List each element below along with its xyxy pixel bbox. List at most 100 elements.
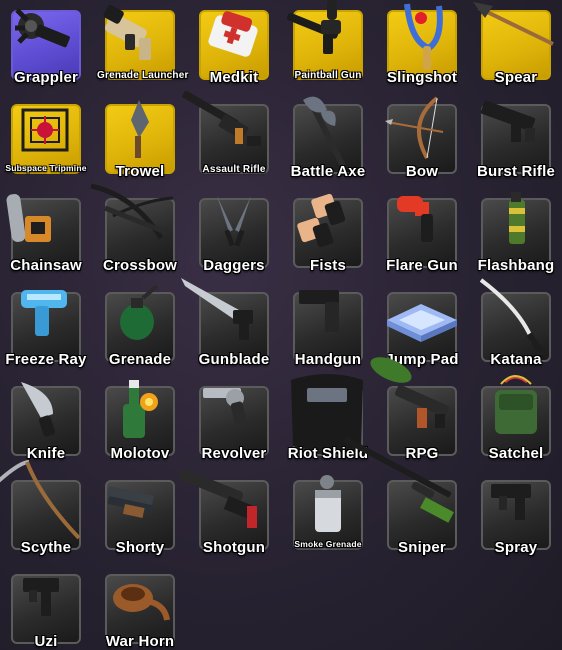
item-label: Spray [494, 539, 538, 556]
trowel-icon [131, 100, 149, 158]
item-spear[interactable]: Spear [473, 2, 554, 86]
item-label: Assault Rifle [202, 164, 266, 175]
medkit-icon [208, 11, 258, 57]
jump-pad-icon [387, 304, 457, 342]
item-label: Gunblade [198, 351, 270, 368]
item-flare-gun[interactable]: Flare Gun [386, 196, 458, 274]
flare-gun-icon [397, 196, 433, 242]
item-medkit[interactable]: Medkit [199, 10, 269, 86]
item-label: Smoke Grenade [294, 539, 362, 549]
item-bow[interactable]: Bow [385, 96, 457, 180]
item-label: Grenade [108, 351, 172, 368]
item-molotov[interactable]: Molotov [105, 380, 175, 462]
burst-rifle-icon [480, 100, 536, 142]
battle-axe-icon [303, 96, 346, 168]
weapon-inventory-grid: Grappler Grenade Launcher Medkit Paintba… [0, 0, 562, 650]
item-satchel[interactable]: Satchel [481, 375, 551, 462]
war-horn-icon [113, 584, 170, 621]
item-smoke-grenade[interactable]: Smoke Grenade [293, 475, 363, 550]
chainsaw-icon [6, 194, 51, 242]
sniper-icon [343, 437, 454, 523]
item-label: Slingshot [386, 69, 458, 86]
item-freeze-ray[interactable]: Freeze Ray [5, 290, 86, 368]
katana-icon [479, 278, 544, 354]
item-trowel[interactable]: Trowel [105, 100, 175, 180]
item-label: Trowel [115, 163, 165, 180]
item-war-horn[interactable]: War Horn [105, 574, 175, 650]
item-paintball-gun[interactable]: Paintball Gun [286, 0, 363, 81]
paintball-gun-icon [286, 0, 341, 54]
item-label: Paintball Gun [294, 70, 362, 81]
item-label: Medkit [209, 69, 259, 86]
item-label: Shorty [115, 539, 165, 556]
crossbow-icon [90, 183, 174, 240]
item-handgun[interactable]: Handgun [293, 290, 363, 368]
item-label: Revolver [201, 445, 267, 462]
item-knife[interactable]: Knife [11, 382, 81, 462]
grenade-icon [120, 284, 159, 340]
scythe-icon [0, 460, 81, 540]
item-label: Fists [309, 257, 346, 274]
item-subspace-tripmine[interactable]: Subspace Tripmine [5, 104, 86, 174]
grenade-launcher-icon [103, 5, 151, 60]
item-label: Subspace Tripmine [5, 163, 87, 173]
item-spray[interactable]: Spray [481, 480, 551, 556]
item-katana[interactable]: Katana [479, 278, 551, 368]
flashbang-icon [509, 192, 525, 244]
item-rpg[interactable]: RPG [370, 357, 457, 462]
spear-icon [473, 2, 554, 46]
assault-rifle-icon [182, 90, 261, 146]
item-slingshot[interactable]: Slingshot [387, 3, 457, 86]
item-label: Katana [490, 351, 542, 368]
item-sniper[interactable]: Sniper [343, 437, 457, 556]
item-label: Flashbang [477, 257, 555, 274]
satchel-icon [495, 375, 537, 434]
item-label: War Horn [105, 633, 175, 650]
item-scythe[interactable]: Scythe [0, 460, 81, 556]
item-grappler[interactable]: Grappler [11, 8, 81, 86]
item-burst-rifle[interactable]: Burst Rifle [477, 100, 555, 180]
item-label: Freeze Ray [5, 351, 87, 368]
grappler-icon [15, 8, 70, 48]
item-flashbang[interactable]: Flashbang [478, 192, 554, 274]
item-fists[interactable]: Fists [293, 193, 363, 274]
item-grenade-launcher[interactable]: Grenade Launcher [97, 5, 188, 81]
fists-icon [297, 193, 346, 248]
item-label: Uzi [34, 633, 58, 650]
item-daggers[interactable]: Daggers [199, 196, 269, 274]
smoke-grenade-icon [315, 475, 341, 532]
item-label: Battle Axe [290, 163, 366, 180]
item-label: Molotov [110, 445, 170, 462]
spray-icon [491, 484, 531, 520]
item-label: Flare Gun [386, 257, 458, 274]
item-gunblade[interactable]: Gunblade [181, 278, 269, 368]
item-label: Scythe [20, 539, 72, 556]
shotgun-icon [179, 469, 257, 528]
item-label: Handgun [294, 351, 362, 368]
item-label: Chainsaw [10, 257, 82, 274]
item-battle-axe[interactable]: Battle Axe [291, 96, 365, 180]
daggers-icon [217, 196, 251, 247]
rpg-icon [370, 357, 450, 428]
item-label: Burst Rifle [476, 163, 556, 180]
molotov-icon [123, 380, 158, 438]
item-chainsaw[interactable]: Chainsaw [6, 194, 82, 274]
revolver-icon [203, 388, 248, 429]
shorty-icon [107, 486, 154, 518]
item-grenade[interactable]: Grenade [105, 284, 175, 368]
item-label: Sniper [398, 539, 446, 556]
item-crossbow[interactable]: Crossbow [90, 183, 177, 274]
item-jump-pad[interactable]: Jump Pad [385, 292, 458, 368]
gunblade-icon [181, 278, 253, 340]
item-uzi[interactable]: Uzi [11, 574, 81, 650]
uzi-icon [23, 578, 59, 616]
item-label: Knife [26, 445, 66, 462]
item-shorty[interactable]: Shorty [105, 480, 175, 556]
item-label: Spear [494, 69, 538, 86]
item-label: Shotgun [202, 539, 266, 556]
item-assault-rifle[interactable]: Assault Rifle [182, 90, 269, 175]
item-revolver[interactable]: Revolver [199, 386, 269, 462]
item-label: Bow [405, 163, 439, 180]
item-shotgun[interactable]: Shotgun [179, 469, 269, 556]
subspace-tripmine-icon [21, 108, 69, 152]
